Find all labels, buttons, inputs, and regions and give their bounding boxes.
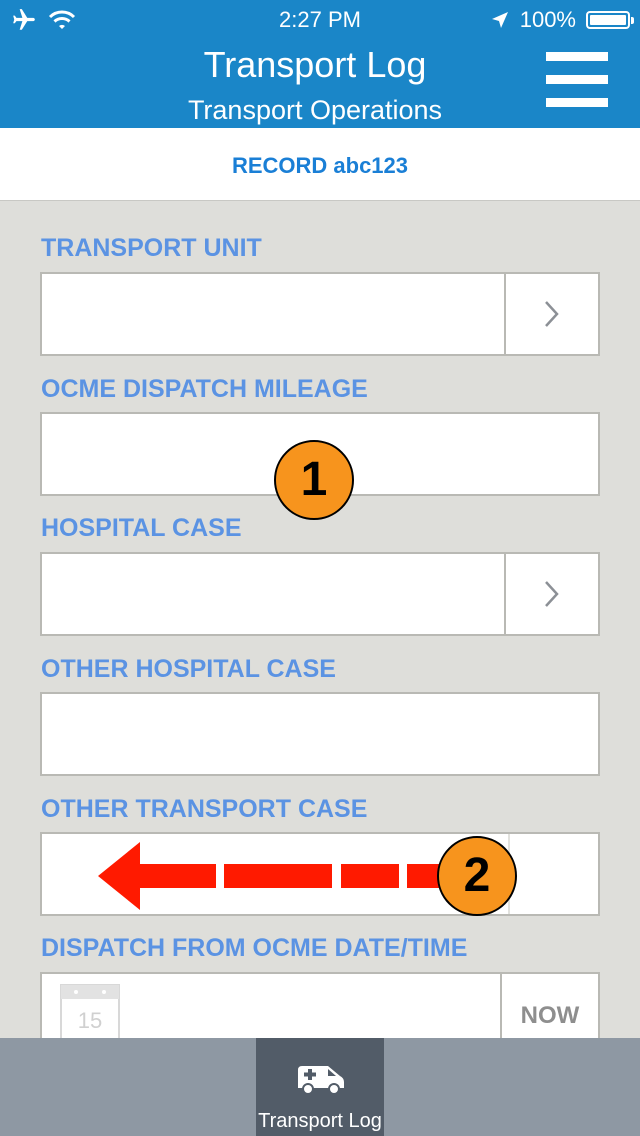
ocme-dispatch-mileage-label: OCME DISPATCH MILEAGE <box>41 375 368 403</box>
record-id: RECORD abc123 <box>231 153 409 178</box>
calendar-day: 15 <box>78 1008 102 1033</box>
other-hospital-case-input[interactable] <box>40 692 600 776</box>
page-title: Transport Log <box>203 44 427 85</box>
hospital-case-label: HOSPITAL CASE <box>41 514 242 542</box>
transport-unit-field[interactable] <box>40 272 600 356</box>
battery-icon <box>586 11 634 29</box>
hamburger-menu-icon[interactable] <box>546 52 608 114</box>
page-subtitle: Transport Operations <box>187 95 443 125</box>
battery-percentage: 100% <box>519 7 576 32</box>
dispatch-datetime-label: DISPATCH FROM OCME DATE/TIME <box>41 934 468 962</box>
tab-bar: Transport Log <box>0 1038 640 1136</box>
transport-unit-label: TRANSPORT UNIT <box>41 234 262 262</box>
hospital-case-field[interactable] <box>40 552 600 636</box>
location-arrow-icon <box>491 12 508 28</box>
chevron-right-icon <box>545 301 559 327</box>
other-hospital-case-label: OTHER HOSPITAL CASE <box>41 655 336 683</box>
ambulance-icon <box>298 1066 344 1095</box>
chevron-right-icon <box>545 581 559 607</box>
other-transport-case-label: OTHER TRANSPORT CASE <box>41 795 368 823</box>
tab-transport-log[interactable]: Transport Log <box>256 1038 384 1136</box>
callout-marker-1: 1 <box>274 440 354 520</box>
app-header: 2:27 PM 100% Transport Log Transport Ope… <box>0 0 640 128</box>
record-bar: RECORD abc123 <box>0 128 640 201</box>
hospital-case-picker-button[interactable] <box>504 554 598 634</box>
tab-transport-log-label: Transport Log <box>258 1110 382 1132</box>
status-bar: 2:27 PM 100% <box>0 0 640 40</box>
transport-unit-picker-button[interactable] <box>504 274 598 354</box>
callout-marker-2: 2 <box>437 836 517 916</box>
